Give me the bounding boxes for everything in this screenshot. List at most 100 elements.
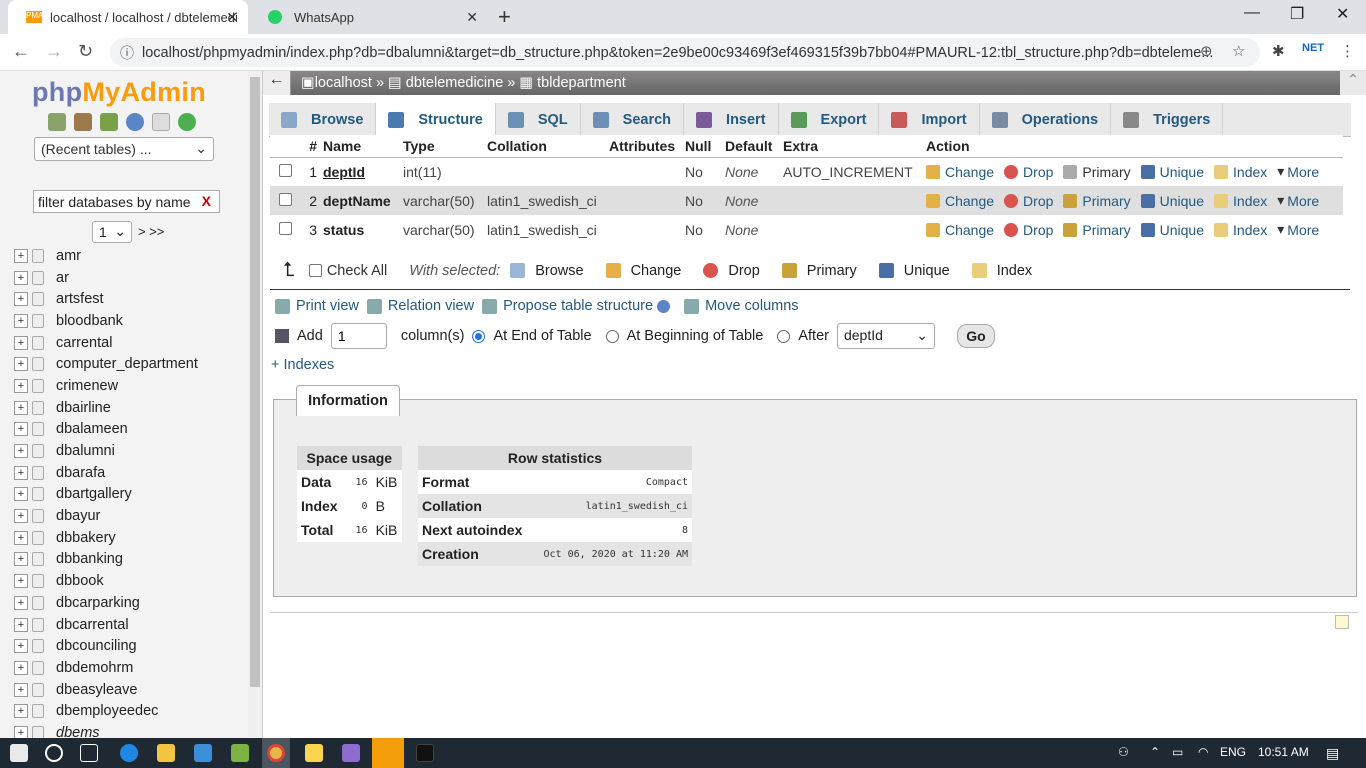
terminal-icon[interactable] <box>416 744 434 762</box>
database-name[interactable]: dbcarrental <box>56 617 129 633</box>
virtualbox-taskbar-slot[interactable] <box>372 738 404 768</box>
battery-icon[interactable]: ▭ <box>1172 745 1183 759</box>
net-extension-icon[interactable]: NET <box>1302 42 1324 54</box>
logout-icon[interactable] <box>74 113 92 131</box>
database-name[interactable]: dbems <box>56 725 100 738</box>
breadcrumb-server[interactable]: ▣localhost <box>301 75 372 91</box>
indexes-toggle-link[interactable]: + Indexes <box>271 357 334 373</box>
print-view-link[interactable]: Print view <box>275 298 359 314</box>
close-tab-icon[interactable]: ✕ <box>226 9 238 26</box>
docs-icon[interactable] <box>152 113 170 131</box>
expand-icon[interactable]: + <box>14 574 28 589</box>
at-end-radio[interactable] <box>472 329 486 343</box>
database-name[interactable]: dbalameen <box>56 421 128 437</box>
clock[interactable]: 10:51 AM <box>1258 745 1309 759</box>
restore-icon[interactable]: ❐ <box>1290 4 1304 24</box>
database-item[interactable]: + dbarafa <box>14 462 254 484</box>
sidebar-scrollbar[interactable] <box>248 71 262 738</box>
expand-icon[interactable]: + <box>14 400 28 415</box>
at-beginning-radio[interactable] <box>605 329 619 343</box>
database-item[interactable]: + dbayur <box>14 505 254 527</box>
window-close-icon[interactable]: ✕ <box>1336 4 1349 24</box>
expand-icon[interactable]: + <box>14 465 28 480</box>
notifications-icon[interactable]: ▤ <box>1326 745 1339 762</box>
database-item[interactable]: + ar <box>14 267 254 289</box>
expand-icon[interactable]: + <box>14 357 28 372</box>
after-field-select[interactable]: deptId ⌄ <box>836 323 935 349</box>
index-action[interactable]: Index <box>1214 164 1267 180</box>
column-name[interactable]: deptName <box>320 186 400 215</box>
database-name[interactable]: dbbanking <box>56 551 123 567</box>
expand-icon[interactable]: + <box>14 552 28 567</box>
database-item[interactable]: + dbbanking <box>14 549 254 571</box>
expand-icon[interactable]: + <box>14 660 28 675</box>
task-view-icon[interactable] <box>80 744 98 762</box>
index-action[interactable]: Index <box>1214 222 1267 238</box>
wifi-icon[interactable]: ◠ <box>1198 745 1208 759</box>
database-item[interactable]: + dbartgallery <box>14 484 254 506</box>
edge-icon[interactable] <box>120 744 138 762</box>
page-select[interactable]: 1 ⌄ <box>92 221 132 243</box>
with-selected-change-button[interactable]: Change <box>605 263 681 279</box>
store-icon[interactable] <box>305 744 323 762</box>
tab-insert[interactable]: Insert <box>684 103 779 137</box>
browser-tab-phpmyadmin[interactable]: PMA localhost / localhost / dbtelemedi ✕ <box>8 0 248 34</box>
drop-action[interactable]: Drop <box>1004 193 1053 209</box>
database-name[interactable]: dbalumni <box>56 443 115 459</box>
check-all-label[interactable]: Check All <box>327 263 387 279</box>
notepad-icon[interactable] <box>1335 615 1349 629</box>
database-name[interactable]: dbayur <box>56 508 100 524</box>
database-item[interactable]: + dbdemohrm <box>14 657 254 679</box>
column-count-input[interactable] <box>330 323 387 349</box>
scroll-top-icon[interactable]: ⌃ <box>1340 71 1366 95</box>
row-checkbox[interactable] <box>278 221 292 235</box>
database-item[interactable]: + dbbook <box>14 570 254 592</box>
database-item[interactable]: + dbalameen <box>14 419 254 441</box>
info-icon[interactable]: ⓘ <box>120 43 134 63</box>
expand-icon[interactable]: + <box>14 725 28 738</box>
zoom-icon[interactable]: ⊕ <box>1200 42 1213 60</box>
reload-icon[interactable]: ↻ <box>78 41 93 62</box>
database-item[interactable]: + dbalumni <box>14 440 254 462</box>
expand-icon[interactable]: + <box>14 487 28 502</box>
menu-dots-icon[interactable]: ⋮ <box>1340 42 1355 60</box>
at-beginning-label[interactable]: At Beginning of Table <box>627 328 764 344</box>
propose-structure-link[interactable]: Propose table structure <box>482 298 671 314</box>
database-item[interactable]: + dbbakery <box>14 527 254 549</box>
language-indicator[interactable]: ENG <box>1220 745 1246 759</box>
index-action[interactable]: Index <box>1214 193 1267 209</box>
change-action[interactable]: Change <box>926 222 994 238</box>
database-name[interactable]: dbbook <box>56 573 104 589</box>
filter-databases-input[interactable]: filter databases by name X <box>33 190 220 213</box>
tab-export[interactable]: Export <box>779 103 880 137</box>
with-selected-unique-button[interactable]: Unique <box>878 263 950 279</box>
database-name[interactable]: dbbakery <box>56 530 116 546</box>
search-icon[interactable] <box>45 744 63 762</box>
database-item[interactable]: + dbemployeedec <box>14 700 254 722</box>
url-field[interactable]: ⓘ localhost/phpmyadmin/index.php?db=dbal… <box>110 38 1260 67</box>
expand-icon[interactable]: + <box>14 335 28 350</box>
relation-view-link[interactable]: Relation view <box>366 298 474 314</box>
forward-arrow-icon[interactable]: → <box>45 41 63 62</box>
more-button[interactable]: ▾ More <box>1277 163 1319 180</box>
expand-icon[interactable]: + <box>14 639 28 654</box>
back-arrow-icon[interactable]: ← <box>12 41 30 62</box>
change-action[interactable]: Change <box>926 193 994 209</box>
collapse-arrow-icon[interactable]: ← <box>263 71 291 95</box>
tab-sql[interactable]: SQL <box>496 103 581 137</box>
database-name[interactable]: bloodbank <box>56 313 123 329</box>
database-item[interactable]: + dbems <box>14 722 254 738</box>
column-name[interactable]: deptId <box>320 157 400 186</box>
tab-import[interactable]: Import <box>879 103 980 137</box>
database-name[interactable]: dbeasyleave <box>56 682 137 698</box>
primary-action[interactable]: Primary <box>1063 193 1131 209</box>
database-name[interactable]: computer_department <box>56 356 198 372</box>
database-name[interactable]: crimenew <box>56 378 118 394</box>
drop-action[interactable]: Drop <box>1004 222 1053 238</box>
database-item[interactable]: + dbcarrental <box>14 614 254 636</box>
database-name[interactable]: carrental <box>56 335 112 351</box>
help-icon[interactable] <box>657 299 671 313</box>
database-item[interactable]: + dbairline <box>14 397 254 419</box>
unique-action[interactable]: Unique <box>1140 164 1204 180</box>
go-button[interactable]: Go <box>956 324 995 348</box>
